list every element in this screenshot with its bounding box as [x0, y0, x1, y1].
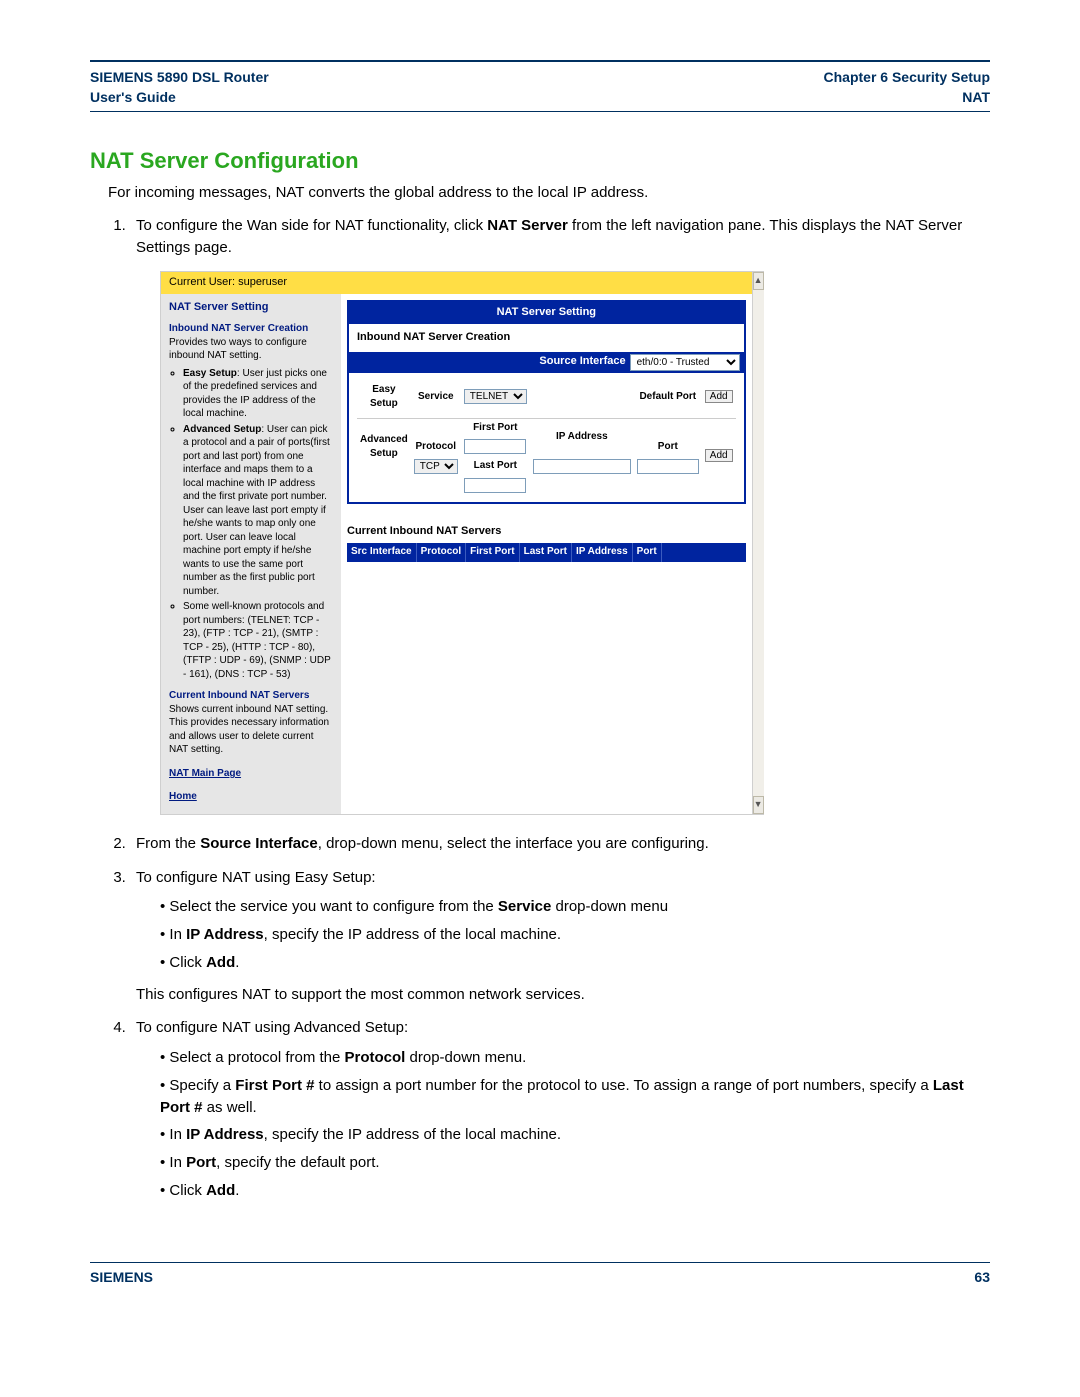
- steps-list: To configure the Wan side for NAT functi…: [130, 215, 990, 1202]
- scroll-track[interactable]: [753, 290, 764, 796]
- s3-bullet-1: Select the service you want to configure…: [160, 896, 990, 918]
- last-port-input[interactable]: [464, 478, 526, 493]
- step-3: To configure NAT using Easy Setup: Selec…: [130, 867, 990, 1006]
- header-right-line2: NAT: [824, 88, 991, 108]
- protocol-label: Protocol: [411, 437, 461, 457]
- default-port-label: Default Port: [634, 381, 702, 414]
- ip-address-label: IP Address: [530, 418, 634, 457]
- hdr-src: Src Interface: [347, 543, 417, 562]
- nat-setting-group: NAT Server Setting Inbound NAT Server Cr…: [347, 300, 746, 504]
- hdr-blank: [662, 543, 684, 562]
- hdr-last: Last Port: [520, 543, 572, 562]
- s4-bullet-2: Specify a First Port # to assign a port …: [160, 1075, 990, 1119]
- scroll-up-button[interactable]: ▲: [753, 272, 764, 290]
- nat-form-table: Easy Setup Service TELNET Default Port A…: [357, 381, 736, 496]
- right-panel: NAT Server Setting Inbound NAT Server Cr…: [341, 294, 752, 814]
- s4-bullet-1: Select a protocol from the Protocol drop…: [160, 1047, 990, 1069]
- header-right-line1: Chapter 6 Security Setup: [824, 68, 991, 88]
- left-title: NAT Server Setting: [169, 300, 333, 315]
- first-port-label: First Port: [461, 418, 530, 437]
- intro-paragraph: For incoming messages, NAT converts the …: [108, 182, 990, 203]
- current-inbound-title: Current Inbound NAT Servers: [347, 524, 746, 540]
- left-inbound-heading: Inbound NAT Server Creation: [169, 322, 333, 336]
- group-title: NAT Server Setting: [349, 302, 744, 324]
- step-1: To configure the Wan side for NAT functi…: [130, 215, 990, 815]
- scroll-down-button[interactable]: ▼: [753, 796, 764, 814]
- hdr-port: Port: [633, 543, 662, 562]
- current-inbound-header: Src Interface Protocol First Port Last P…: [347, 543, 746, 562]
- s3-after: This configures NAT to support the most …: [136, 984, 990, 1006]
- s4-bullet-5: Click Add.: [160, 1180, 990, 1202]
- hdr-proto: Protocol: [417, 543, 467, 562]
- s3-bullet-2: In IP Address, specify the IP address of…: [160, 924, 990, 946]
- port-label: Port: [634, 437, 702, 457]
- page-footer: SIEMENS 63: [90, 1262, 990, 1285]
- port-input[interactable]: [637, 459, 699, 474]
- top-rule: [90, 60, 990, 62]
- service-label: Service: [411, 381, 461, 414]
- advanced-add-button[interactable]: Add: [705, 449, 733, 462]
- advanced-setup-label: Advanced Setup: [357, 418, 411, 476]
- left-current-desc: Shows current inbound NAT setting. This …: [169, 703, 333, 757]
- footer-brand: SIEMENS: [90, 1269, 153, 1285]
- current-user-bar: Current User: superuser: [161, 272, 752, 294]
- step-4: To configure NAT using Advanced Setup: S…: [130, 1017, 990, 1201]
- easy-add-button[interactable]: Add: [705, 390, 733, 403]
- source-interface-row: Source Interface eth/0:0 - Trusted: [349, 352, 744, 373]
- left-adv-item: Advanced Setup: User can pick a protocol…: [183, 423, 333, 599]
- s3-bullet-3: Click Add.: [160, 952, 990, 974]
- protocol-select[interactable]: TCP: [414, 459, 458, 474]
- home-link[interactable]: Home: [169, 790, 333, 804]
- left-panel: NAT Server Setting Inbound NAT Server Cr…: [161, 294, 341, 814]
- left-inbound-desc: Provides two ways to configure inbound N…: [169, 336, 333, 363]
- left-easy-item: Easy Setup: User just picks one of the p…: [183, 367, 333, 421]
- scrollbar[interactable]: ▲ ▼: [752, 272, 764, 814]
- service-select[interactable]: TELNET: [464, 389, 527, 404]
- hdr-ip: IP Address: [572, 543, 633, 562]
- step-2: From the Source Interface, drop-down men…: [130, 833, 990, 855]
- source-interface-select[interactable]: eth/0:0 - Trusted: [630, 354, 740, 371]
- router-screenshot: Current User: superuser NAT Server Setti…: [160, 271, 764, 815]
- last-port-label: Last Port: [461, 457, 530, 477]
- first-port-input[interactable]: [464, 439, 526, 454]
- header-left-line1: SIEMENS 5890 DSL Router: [90, 68, 269, 88]
- footer-page: 63: [974, 1269, 990, 1285]
- left-protocols-item: Some well-known protocols and port numbe…: [183, 600, 333, 681]
- s4-bullet-3: In IP Address, specify the IP address of…: [160, 1124, 990, 1146]
- page-header: SIEMENS 5890 DSL Router User's Guide Cha…: [90, 68, 990, 112]
- hdr-first: First Port: [466, 543, 519, 562]
- left-current-heading: Current Inbound NAT Servers: [169, 689, 333, 703]
- header-left-line2: User's Guide: [90, 88, 269, 108]
- inbound-title: Inbound NAT Server Creation: [357, 330, 736, 346]
- s4-bullet-4: In Port, specify the default port.: [160, 1152, 990, 1174]
- ip-address-input[interactable]: [533, 459, 631, 474]
- section-title: NAT Server Configuration: [90, 148, 990, 174]
- easy-setup-label: Easy Setup: [357, 381, 411, 414]
- nat-main-link[interactable]: NAT Main Page: [169, 767, 333, 781]
- source-interface-label: Source Interface: [539, 354, 625, 370]
